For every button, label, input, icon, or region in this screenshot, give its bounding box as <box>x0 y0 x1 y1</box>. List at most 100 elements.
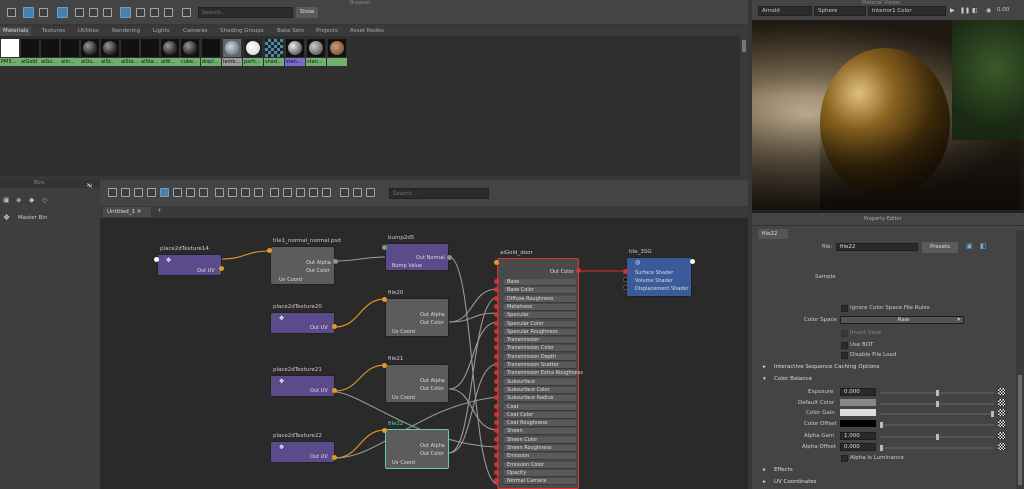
shader-attribute-row[interactable]: Subsurface Color <box>504 386 576 394</box>
alpha-offset-field[interactable]: 0.000 <box>840 443 876 451</box>
color-gain-slider[interactable] <box>880 411 994 417</box>
shader-attribute-row[interactable]: Transmission Scatter <box>504 362 576 369</box>
invert-view-checkbox[interactable] <box>841 330 848 337</box>
shader-attribute-row[interactable]: Emission Color <box>504 461 576 469</box>
node-aigold-door[interactable]: aiGold_door Out Color Base Base Color Diff… <box>497 250 583 489</box>
port-volume-shader[interactable] <box>623 277 628 282</box>
alpha-offset-slider[interactable] <box>880 445 994 451</box>
file-name-field[interactable]: file22 <box>836 243 918 251</box>
alpha-gain-slider[interactable] <box>880 434 994 440</box>
alpha-gain-field[interactable]: 1.000 <box>840 432 876 440</box>
shader-input-port[interactable] <box>494 328 499 334</box>
port-input-tile1[interactable] <box>267 248 272 253</box>
shader-input-port[interactable] <box>494 378 499 384</box>
color-gain-map-icon[interactable] <box>998 409 1005 416</box>
shader-input-port[interactable] <box>494 279 499 284</box>
property-editor-scrollbar[interactable] <box>1016 230 1024 489</box>
port-outuv-place21[interactable] <box>332 388 337 393</box>
presets-button[interactable]: Presets <box>922 242 958 253</box>
alpha-gain-map-icon[interactable] <box>998 432 1005 439</box>
shader-input-port[interactable] <box>494 469 499 475</box>
port-input-file21[interactable] <box>382 363 387 368</box>
shader-input-port[interactable] <box>494 303 499 309</box>
shader-attribute-row[interactable]: Coat Roughness <box>504 420 576 428</box>
default-color-slider[interactable] <box>880 401 994 407</box>
shader-attribute-row[interactable]: Specular Roughness <box>504 328 576 336</box>
section-uv-coordinates[interactable]: ▸ UV Coordinates <box>758 478 1016 487</box>
shader-attribute-row[interactable]: Base Color <box>504 287 576 295</box>
node-place2dtexture20[interactable]: place2dTexture20 ✥ Out UV <box>270 304 335 334</box>
section-color-balance[interactable]: ▾ Color Balance <box>758 375 1016 384</box>
pe-tab-file22[interactable]: file22 <box>758 229 788 239</box>
port-outnormal-bump[interactable] <box>447 255 452 260</box>
port-input-shader[interactable] <box>494 260 499 265</box>
shader-attribute-row[interactable]: Subsurface Radius <box>504 395 576 403</box>
node-file20[interactable]: file20 Out Alpha Out Color Uv Coord <box>385 290 449 337</box>
port-displacement-shader[interactable] <box>623 285 628 290</box>
shader-attribute-row[interactable]: Normal Camera <box>504 478 576 486</box>
shader-attribute-row[interactable]: Diffuse Roughness <box>504 295 576 303</box>
node-tile1-normal[interactable]: tile1_normal_normal.psd Out Alpha Out Co… <box>270 238 341 285</box>
alpha-lum-checkbox[interactable] <box>841 455 848 462</box>
shader-input-port[interactable] <box>494 445 499 450</box>
port-input-place14[interactable] <box>154 257 159 262</box>
shader-attribute-row[interactable]: Specular <box>504 312 576 320</box>
shader-input-port[interactable] <box>494 403 499 409</box>
shader-attribute-row[interactable]: Coat <box>504 403 576 411</box>
shader-input-port[interactable] <box>494 353 499 359</box>
disable-load-checkbox[interactable] <box>841 352 848 359</box>
shader-attribute-row[interactable]: Base <box>504 279 576 286</box>
node-place2dtexture14[interactable]: place2dTexture14 ✥ Out UV <box>157 246 222 276</box>
default-color-swatch[interactable] <box>840 399 876 406</box>
shader-input-port[interactable] <box>494 320 499 326</box>
node-tile-3sg[interactable]: tile_3SG ◎ Surface Shader Volume Shader … <box>626 249 692 297</box>
shader-attribute-row[interactable]: Subsurface <box>504 378 576 386</box>
exposure-field[interactable]: 0.000 <box>840 388 876 396</box>
shader-attribute-row[interactable]: Transmission Depth <box>504 353 576 361</box>
shader-input-port[interactable] <box>494 362 499 367</box>
show-icon[interactable]: ▣ <box>966 242 973 250</box>
shader-attribute-row[interactable]: Emission <box>504 453 576 461</box>
port-output-sg[interactable] <box>690 259 695 264</box>
shader-attribute-row[interactable]: Sheen <box>504 428 576 436</box>
shader-attribute-row[interactable]: Transmission <box>504 337 576 345</box>
section-interactive-caching[interactable]: ▸ Interactive Sequence Caching Options <box>758 363 1016 372</box>
port-input-file22[interactable] <box>382 428 387 433</box>
node-place2dtexture22[interactable]: place2dTexture22 ✥ Out UV <box>270 433 335 463</box>
node-file22[interactable]: file22 Out Alpha Out Color Uv Coord <box>385 421 449 469</box>
shader-attribute-row[interactable]: Sheen Color <box>504 436 576 444</box>
shader-attribute-row[interactable]: Transmission Extra Roughness <box>504 370 583 378</box>
shader-attribute-row[interactable]: Metalness <box>504 303 576 311</box>
exposure-slider[interactable] <box>880 390 994 396</box>
port-input-file20[interactable] <box>382 297 387 302</box>
port-outuv-place14[interactable] <box>219 266 224 271</box>
use-bot-checkbox[interactable] <box>841 342 848 349</box>
port-outcolor-shader[interactable] <box>576 268 581 273</box>
alpha-offset-map-icon[interactable] <box>998 443 1005 450</box>
shader-attribute-row[interactable]: Sheen Roughness <box>504 445 576 452</box>
port-input-bump[interactable] <box>382 245 387 250</box>
port-outuv-place20[interactable] <box>332 324 337 329</box>
port-surface-shader[interactable] <box>623 269 628 274</box>
color-gain-swatch[interactable] <box>840 409 876 416</box>
section-effects[interactable]: ▸ Effects <box>758 466 1016 475</box>
shader-input-port[interactable] <box>494 411 499 417</box>
shader-input-port[interactable] <box>494 295 499 301</box>
node-bump2d5[interactable]: bump2d5 Out Normal Bump Value <box>385 235 449 271</box>
color-offset-map-icon[interactable] <box>998 420 1005 427</box>
default-color-map-icon[interactable] <box>998 399 1005 406</box>
shader-attribute-row[interactable]: Opacity <box>504 469 576 477</box>
shader-input-port[interactable] <box>494 386 499 392</box>
shader-input-port[interactable] <box>494 461 499 467</box>
shader-attribute-row[interactable]: Transmission Color <box>504 345 576 353</box>
port-outcolor-tile1[interactable] <box>333 259 338 264</box>
shader-attribute-row[interactable]: Specular Color <box>504 320 576 328</box>
shader-input-port[interactable] <box>494 436 499 442</box>
port-outuv-place22[interactable] <box>332 455 337 460</box>
color-space-select[interactable]: Raw ▾ <box>840 316 964 324</box>
node-file21[interactable]: file21 Out Alpha Out Color Uv Coord <box>385 356 449 403</box>
shader-attribute-row[interactable]: Coat Color <box>504 411 576 419</box>
color-offset-slider[interactable] <box>880 422 994 428</box>
ignore-cs-checkbox[interactable] <box>841 305 848 312</box>
node-place2dtexture21[interactable]: place2dTexture21 ✥ Out UV <box>270 367 335 397</box>
